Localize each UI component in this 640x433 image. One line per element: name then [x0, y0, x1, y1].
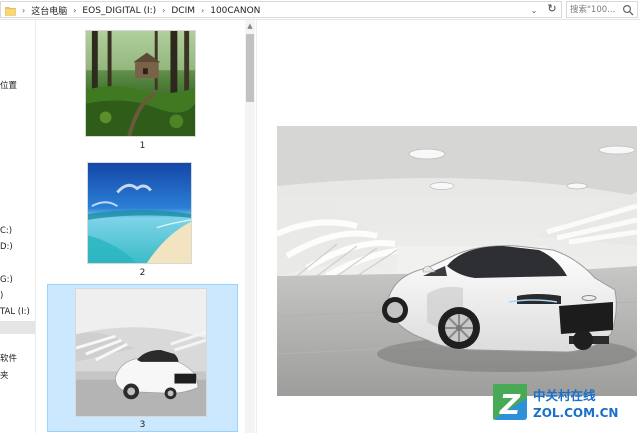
- chevron-down-icon[interactable]: ⌄: [527, 4, 541, 17]
- breadcrumb[interactable]: › 这台电脑 › EOS_DIGITAL (I:) › DCIM › 100CA…: [0, 1, 562, 18]
- breadcrumb-100canon[interactable]: 100CANON: [210, 6, 260, 16]
- address-bar: › 这台电脑 › EOS_DIGITAL (I:) › DCIM › 100CA…: [0, 0, 640, 20]
- nav-item-drive-c[interactable]: C:): [0, 225, 12, 238]
- file-list: 1 2 3: [37, 20, 243, 433]
- list-item-1[interactable]: 1: [47, 26, 238, 160]
- zol-watermark-logo: Z 中关村在线 ZOL.COM.CN: [493, 384, 618, 421]
- thumbnail-white-sports-car: [75, 288, 207, 417]
- search-field[interactable]: [566, 1, 638, 18]
- thumbnail-tropical-beach: [87, 162, 192, 264]
- watermark-line1: 中关村在线: [533, 388, 596, 403]
- list-item-2[interactable]: 2: [47, 160, 238, 284]
- chevron-right-icon: ›: [22, 6, 26, 15]
- nav-item-drive-h[interactable]: ): [0, 290, 3, 303]
- navigation-pane: 位置 C:) D:) G:) ) TAL (I:) 软件 夹: [0, 20, 36, 433]
- nav-item-software[interactable]: 软件: [0, 353, 17, 366]
- watermark-line2: ZOL.COM.CN: [533, 406, 618, 420]
- file-name: 2: [139, 268, 146, 278]
- nav-item-selected[interactable]: [0, 321, 35, 334]
- chevron-right-icon[interactable]: ›: [201, 6, 204, 15]
- nav-item-eos-digital[interactable]: TAL (I:): [0, 306, 30, 319]
- breadcrumb-dcim[interactable]: DCIM: [171, 6, 195, 16]
- breadcrumb-this-pc[interactable]: 这台电脑: [31, 4, 67, 17]
- folder-icon: [5, 6, 16, 16]
- scrollbar[interactable]: ▲: [245, 20, 255, 433]
- scroll-thumb[interactable]: [246, 34, 254, 102]
- nav-item-folder[interactable]: 夹: [0, 370, 9, 383]
- preview-pane: Z 中关村在线 ZOL.COM.CN: [256, 20, 640, 433]
- thumbnail-forest-cabin: [85, 30, 196, 137]
- watermark-letter: Z: [499, 388, 521, 421]
- nav-item-drive-g[interactable]: G:): [0, 274, 13, 287]
- search-input[interactable]: [570, 3, 622, 16]
- nav-item-locations[interactable]: 位置: [0, 80, 17, 93]
- breadcrumb-eos-digital[interactable]: EOS_DIGITAL (I:): [82, 6, 156, 16]
- scroll-up-icon[interactable]: ▲: [245, 20, 255, 32]
- chevron-right-icon[interactable]: ›: [162, 6, 165, 15]
- refresh-icon[interactable]: ↻: [544, 1, 560, 16]
- nav-item-drive-d[interactable]: D:): [0, 241, 13, 254]
- file-name: 3: [139, 420, 146, 430]
- search-icon[interactable]: [622, 4, 634, 16]
- chevron-right-icon[interactable]: ›: [73, 6, 76, 15]
- preview-image-white-sports-car: [277, 126, 637, 396]
- list-item-3[interactable]: 3: [47, 284, 238, 432]
- file-name: 1: [139, 141, 146, 151]
